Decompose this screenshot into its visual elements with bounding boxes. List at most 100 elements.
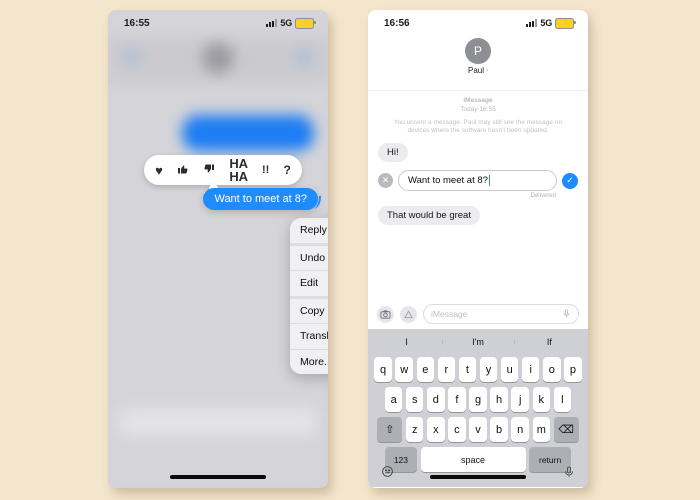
context-menu-label: Copy	[300, 304, 325, 317]
thread-timestamp: Today 16:55	[460, 105, 496, 113]
message-context-menu: Reply Undo Send Edit	[290, 218, 328, 374]
reaction-picker[interactable]: ♥ HA HA !! ?	[144, 155, 302, 185]
reaction-heart-icon[interactable]: ♥	[155, 164, 163, 177]
message-thread: iMessage Today 16:55 You unsent a messag…	[368, 91, 588, 299]
chevron-right-icon: ›	[486, 67, 488, 74]
left-status-bar: 16:55 5G ⚡	[108, 10, 328, 36]
key-u[interactable]: u	[500, 357, 519, 382]
key-k[interactable]: k	[532, 387, 551, 412]
message-input-placeholder: iMessage	[431, 309, 468, 319]
right-status-bar: 16:56 5G ⚡	[368, 10, 588, 36]
left-phone: 16:55 5G ⚡ ♥ HA HA !! ? Want to meet at 8…	[108, 10, 328, 488]
key-l[interactable]: l	[553, 387, 572, 412]
incoming-message-bubble[interactable]: Hi!	[378, 143, 408, 163]
key-n[interactable]: n	[511, 417, 529, 442]
apps-store-icon[interactable]	[400, 305, 417, 323]
screenshot-canvas: 16:55 5G ⚡ ♥ HA HA !! ? Want to meet at 8…	[0, 0, 700, 500]
confirm-edit-button[interactable]: ✓	[562, 172, 578, 189]
incoming-message-bubble[interactable]: That would be great	[378, 206, 480, 226]
context-menu-label: Translate	[300, 330, 328, 343]
key-v[interactable]: v	[469, 417, 487, 442]
key-a[interactable]: a	[384, 387, 403, 412]
context-menu-item-translate[interactable]: Translate A	[290, 323, 328, 349]
context-menu-label: More...	[300, 355, 328, 368]
cellular-signal-icon	[526, 19, 538, 27]
camera-icon[interactable]	[377, 305, 394, 323]
contact-name-row[interactable]: Paul ›	[468, 66, 488, 75]
key-o[interactable]: o	[543, 357, 561, 382]
reaction-thumbs-up-icon[interactable]	[177, 163, 189, 177]
network-type-label: 5G	[540, 18, 552, 28]
key-g[interactable]: g	[469, 387, 487, 412]
reaction-question-icon[interactable]: ?	[284, 164, 291, 176]
key-y[interactable]: y	[479, 357, 498, 382]
keyboard-row-2: a s d f g h j k l	[371, 387, 585, 412]
key-w[interactable]: w	[395, 357, 413, 382]
thread-system-text: iMessage Today 16:55 You unsent a messag…	[378, 97, 578, 136]
shift-key[interactable]: ⇧	[377, 417, 403, 442]
battery-charging-icon: ⚡	[555, 17, 576, 29]
key-x[interactable]: x	[427, 417, 445, 442]
onscreen-keyboard: I I'm If q w e r t y u i o p a s d f g h…	[368, 329, 588, 487]
keyboard-row-3: ⇧ z x c v b n m ⌫	[371, 417, 585, 442]
edit-message-row: ✕ Want to meet at 8? ✓	[378, 170, 578, 192]
key-d[interactable]: d	[427, 387, 445, 412]
keyboard-bottom-bar	[368, 459, 588, 487]
emoji-icon[interactable]	[381, 465, 394, 481]
focused-message-bubble[interactable]: Want to meet at 8?	[203, 188, 318, 210]
key-p[interactable]: p	[564, 357, 582, 382]
edit-message-input[interactable]: Want to meet at 8?	[398, 170, 557, 192]
prediction-item[interactable]: I	[371, 337, 442, 347]
microphone-icon[interactable]	[562, 308, 571, 320]
reaction-thumbs-down-icon[interactable]	[203, 163, 215, 177]
cellular-signal-icon	[266, 19, 278, 27]
key-i[interactable]: i	[521, 357, 540, 382]
text-caret	[488, 175, 490, 187]
key-c[interactable]: c	[448, 417, 466, 442]
right-status-time: 16:56	[384, 17, 410, 29]
left-status-time: 16:55	[124, 17, 150, 29]
contact-name: Paul	[467, 66, 484, 75]
context-menu-item-copy[interactable]: Copy	[290, 299, 328, 324]
unsent-message-note: You unsent a message. Paul may still see…	[393, 118, 563, 135]
home-indicator	[430, 475, 526, 479]
backspace-key[interactable]: ⌫	[553, 417, 579, 442]
conversation-header[interactable]: P Paul ›	[368, 36, 588, 91]
prediction-item[interactable]: If	[513, 337, 585, 347]
home-indicator	[170, 475, 266, 479]
reaction-haha-icon[interactable]: HA HA	[229, 157, 248, 183]
message-input-field[interactable]: iMessage	[423, 304, 579, 324]
context-menu-label: Edit	[300, 277, 319, 290]
message-input-bar: iMessage	[368, 299, 588, 329]
key-s[interactable]: s	[405, 387, 424, 412]
context-menu-item-more[interactable]: More...	[290, 348, 328, 375]
keyboard-row-1: q w e r t y u i o p	[371, 357, 585, 382]
key-b[interactable]: b	[490, 417, 508, 442]
context-menu-item-undo-send[interactable]: Undo Send	[290, 246, 328, 271]
blurred-message-bubble	[182, 115, 314, 151]
key-m[interactable]: m	[532, 417, 551, 442]
context-menu-item-edit[interactable]: Edit	[290, 270, 328, 296]
context-menu-label: Undo Send	[300, 251, 328, 264]
key-e[interactable]: e	[416, 357, 435, 382]
battery-charging-icon: ⚡	[295, 17, 316, 29]
context-menu-item-reply[interactable]: Reply	[290, 218, 328, 243]
key-r[interactable]: r	[437, 357, 456, 382]
edit-message-value: Want to meet at 8?	[408, 175, 488, 187]
key-t[interactable]: t	[458, 357, 477, 382]
service-label: iMessage	[463, 97, 493, 104]
context-menu-label: Reply	[300, 224, 327, 237]
avatar[interactable]: P	[465, 38, 491, 64]
dictation-microphone-icon[interactable]	[563, 466, 575, 481]
key-q[interactable]: q	[374, 357, 392, 382]
key-h[interactable]: h	[490, 387, 508, 412]
predictive-text-bar: I I'm If	[371, 332, 585, 352]
prediction-item[interactable]: I'm	[442, 337, 513, 347]
key-z[interactable]: z	[405, 417, 424, 442]
cancel-edit-icon[interactable]: ✕	[378, 173, 393, 189]
blurred-avatar	[202, 42, 234, 74]
network-type-label: 5G	[280, 18, 292, 28]
key-f[interactable]: f	[448, 387, 466, 412]
reaction-exclamation-icon[interactable]: !!	[262, 164, 269, 176]
key-j[interactable]: j	[511, 387, 529, 412]
